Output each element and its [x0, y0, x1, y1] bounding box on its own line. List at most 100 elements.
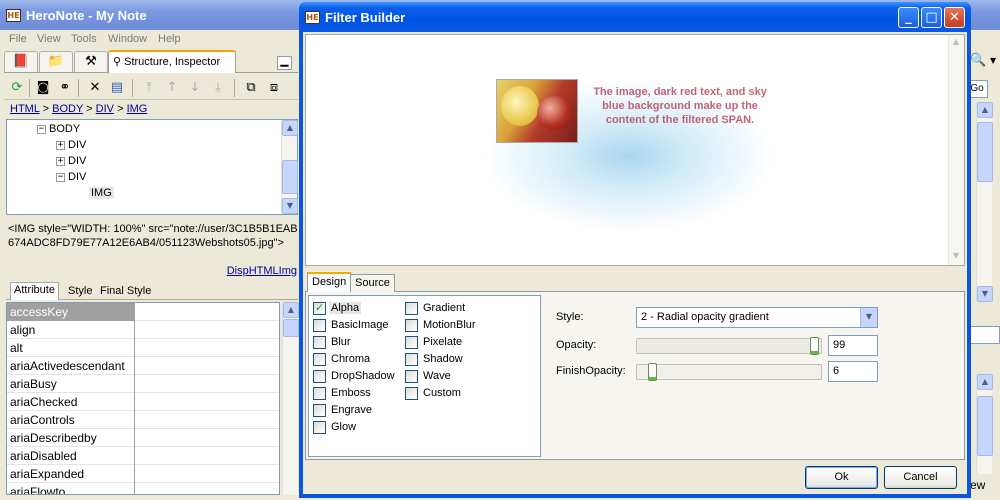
- checkbox-icon[interactable]: [405, 302, 418, 315]
- opacity-slider-thumb[interactable]: [810, 337, 819, 355]
- tree-collapse-icon[interactable]: −: [37, 125, 46, 134]
- chevron-down-icon[interactable]: ▼: [990, 56, 996, 65]
- breadcrumb-img[interactable]: IMG: [127, 103, 148, 115]
- tree-node-div[interactable]: − DIV: [56, 171, 86, 183]
- wrap-icon[interactable]: ⧉: [242, 79, 260, 97]
- scroll-up-icon[interactable]: ▲: [283, 302, 299, 318]
- properties-icon[interactable]: ▤: [108, 79, 126, 97]
- tree-scrollbar[interactable]: ▲ ▼: [281, 120, 298, 214]
- menu-help[interactable]: Help: [158, 33, 181, 45]
- camera-icon[interactable]: ◙: [34, 79, 52, 97]
- tree-node-div[interactable]: + DIV: [56, 155, 86, 167]
- move-top-icon[interactable]: ⤒: [140, 79, 158, 97]
- unwrap-icon[interactable]: ⧈: [265, 79, 283, 97]
- disp-html-img-link[interactable]: DispHTMLImg: [227, 265, 297, 277]
- scroll-up-icon[interactable]: ▲: [282, 120, 298, 136]
- tools-icon[interactable]: ⚒: [74, 51, 108, 72]
- close-button[interactable]: ✕: [944, 7, 965, 28]
- scroll-down-icon[interactable]: ▼: [953, 251, 959, 260]
- checkbox-icon[interactable]: [405, 370, 418, 383]
- binoculars-icon[interactable]: ⚭: [56, 79, 74, 97]
- tab-design[interactable]: Design: [307, 272, 352, 293]
- attribute-row[interactable]: ariaExpanded: [7, 465, 279, 483]
- attribute-row[interactable]: accessKey: [7, 303, 279, 321]
- finish-opacity-field[interactable]: 6: [828, 361, 878, 382]
- refresh-icon[interactable]: ⟳: [8, 79, 26, 97]
- apple-image: [537, 96, 573, 130]
- tree-expand-icon[interactable]: +: [56, 157, 65, 166]
- menu-file[interactable]: File: [9, 33, 27, 45]
- checkbox-icon[interactable]: [313, 421, 326, 434]
- scroll-thumb[interactable]: [977, 396, 993, 456]
- checkbox-checked-icon[interactable]: [313, 301, 326, 315]
- checkbox-icon[interactable]: [313, 387, 326, 400]
- tab-style[interactable]: Style: [65, 284, 95, 298]
- attribute-row[interactable]: ariaControls: [7, 411, 279, 429]
- attribute-row[interactable]: ariaChecked: [7, 393, 279, 411]
- scroll-down-icon[interactable]: ▼: [977, 286, 993, 302]
- finish-opacity-slider[interactable]: [636, 363, 822, 381]
- style-select[interactable]: 2 - Radial opacity gradient ▼: [636, 307, 878, 328]
- checkbox-icon[interactable]: [405, 387, 418, 400]
- preview-scrollbar[interactable]: ▲ ▼: [948, 35, 964, 265]
- breadcrumb-html[interactable]: HTML: [10, 103, 40, 115]
- scroll-up-icon[interactable]: ▲: [953, 37, 959, 46]
- delete-icon[interactable]: ✕: [86, 79, 104, 97]
- attribute-row[interactable]: ariaFlowto: [7, 483, 279, 494]
- tree-node-img[interactable]: IMG: [89, 187, 114, 199]
- book-icon[interactable]: 📕: [4, 51, 38, 72]
- checkbox-icon[interactable]: [405, 353, 418, 366]
- opacity-slider[interactable]: [636, 337, 822, 355]
- checkbox-icon[interactable]: [313, 353, 326, 366]
- attribute-row[interactable]: ariaDescribedby: [7, 429, 279, 447]
- tree-expand-icon[interactable]: +: [56, 141, 65, 150]
- attribute-row[interactable]: ariaDisabled: [7, 447, 279, 465]
- attribute-row[interactable]: ariaActivedescendant: [7, 357, 279, 375]
- tab-final-style[interactable]: Final Style: [97, 284, 154, 298]
- scroll-up-icon[interactable]: ▲: [977, 102, 993, 118]
- finish-opacity-slider-thumb[interactable]: [648, 363, 657, 381]
- breadcrumb-body[interactable]: BODY: [52, 103, 83, 115]
- search-icon[interactable]: 🔍: [970, 53, 986, 68]
- minimize-button[interactable]: _: [898, 7, 919, 28]
- editor-scrollbar[interactable]: ▲ ▼: [976, 102, 993, 302]
- menu-view[interactable]: View: [37, 33, 61, 45]
- cancel-button[interactable]: Cancel: [884, 466, 957, 489]
- scroll-thumb[interactable]: [283, 319, 299, 337]
- attribute-row[interactable]: ariaBusy: [7, 375, 279, 393]
- scroll-down-icon[interactable]: ▼: [282, 198, 298, 214]
- checkbox-icon[interactable]: [313, 404, 326, 417]
- move-down-icon[interactable]: ↓: [186, 79, 204, 97]
- menu-tools[interactable]: Tools: [71, 33, 97, 45]
- folder-icon[interactable]: 📁: [39, 51, 73, 72]
- checkbox-icon[interactable]: [313, 370, 326, 383]
- tab-structure-inspector[interactable]: ⚲ Structure, Inspector: [108, 50, 236, 73]
- lower-scrollbar[interactable]: ▲: [976, 374, 993, 474]
- attribute-row[interactable]: align: [7, 321, 279, 339]
- attribute-row[interactable]: alt: [7, 339, 279, 357]
- checkbox-icon[interactable]: [313, 319, 326, 332]
- checkbox-icon[interactable]: [405, 319, 418, 332]
- tree-node-div[interactable]: + DIV: [56, 139, 86, 151]
- move-up-icon[interactable]: ↑: [163, 79, 181, 97]
- tab-source[interactable]: Source: [350, 274, 395, 292]
- ok-button[interactable]: Ok: [805, 466, 878, 489]
- tree-collapse-icon[interactable]: −: [56, 173, 65, 182]
- chevron-down-icon[interactable]: ▼: [860, 308, 877, 327]
- scroll-up-icon[interactable]: ▲: [977, 374, 993, 390]
- tab-attribute[interactable]: Attribute: [10, 282, 59, 300]
- attribute-scrollbar[interactable]: ▲: [282, 302, 299, 495]
- scroll-thumb[interactable]: [977, 122, 993, 182]
- menu-window[interactable]: Window: [108, 33, 147, 45]
- panel-minimize-button[interactable]: ▁: [277, 56, 292, 70]
- checkbox-icon[interactable]: [405, 336, 418, 349]
- move-bottom-icon[interactable]: ⤓: [209, 79, 227, 97]
- dialog-titlebar[interactable]: HE Filter Builder _ □ ✕: [299, 2, 971, 32]
- maximize-button[interactable]: □: [921, 7, 942, 28]
- opacity-field[interactable]: 99: [828, 335, 878, 356]
- breadcrumb-div[interactable]: DIV: [96, 103, 114, 115]
- checkbox-icon[interactable]: [313, 336, 326, 349]
- view-button-partial[interactable]: ew: [970, 478, 985, 492]
- scroll-thumb[interactable]: [282, 160, 298, 194]
- tree-node-body[interactable]: − BODY: [37, 123, 80, 135]
